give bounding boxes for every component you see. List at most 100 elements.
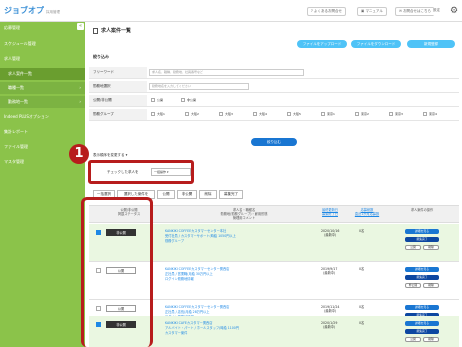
tabs-highlight bbox=[88, 160, 194, 184]
column-header-date[interactable]: 最終更新日 募集終了日 bbox=[314, 208, 346, 216]
view-details-button[interactable]: 詳細を見る bbox=[405, 305, 439, 310]
option-label: 東京2 bbox=[361, 112, 369, 116]
publish-button[interactable]: 公開 bbox=[405, 337, 421, 342]
checkbox[interactable] bbox=[423, 112, 427, 116]
settings-link-label: 設定 bbox=[433, 8, 440, 12]
checkbox[interactable] bbox=[151, 98, 155, 102]
tab-unpublish[interactable]: 非公開 bbox=[177, 190, 197, 199]
top-bar: ジョブオプ 採用管理 ? よくあるお問合せ ▣ マニュアル ✉ お問合せはこちら … bbox=[0, 0, 462, 22]
group-option[interactable]: 大阪3 bbox=[219, 112, 233, 116]
sidebar-item-label: ファイル管理 bbox=[4, 144, 28, 149]
sidebar-item-jobs[interactable]: 求人管理 bbox=[0, 53, 85, 65]
checkbox[interactable] bbox=[151, 112, 155, 116]
sort-order-link[interactable]: 表示順序を変更する ▾ bbox=[93, 153, 127, 158]
row-date: 2019/11/24 (最新中) bbox=[321, 305, 340, 313]
checkbox[interactable] bbox=[389, 112, 393, 116]
status-option-private[interactable]: 非公開 bbox=[181, 98, 196, 102]
job-title-link[interactable]: KANKIKI CAFEカスタマー関西店 bbox=[165, 321, 212, 325]
sidebar-item-indeed[interactable]: Indeed PLUSオプション bbox=[0, 111, 85, 123]
sidebar-item-job-list[interactable]: 求人案件一覧 bbox=[0, 68, 85, 80]
settings-link[interactable]: 設定 bbox=[433, 7, 440, 16]
group-option[interactable]: 東京1 bbox=[321, 112, 335, 116]
job-note-link[interactable]: ログイン勤務地情報 bbox=[165, 277, 194, 281]
group-option[interactable]: 東京2 bbox=[355, 112, 369, 116]
job-note-link[interactable]: 勤務グループ bbox=[165, 239, 184, 243]
option-label: 東京4 bbox=[429, 112, 437, 116]
complete-button[interactable]: 募集完了 bbox=[405, 275, 439, 280]
status-option-public[interactable]: 公開 bbox=[151, 98, 163, 102]
tab-delete[interactable]: 削除 bbox=[199, 190, 217, 199]
group-label: 勤務グループ bbox=[89, 109, 147, 120]
group-option[interactable]: 東京3 bbox=[389, 112, 403, 116]
question-icon: ? bbox=[311, 9, 313, 13]
faq-link[interactable]: ? よくあるお問合せ bbox=[307, 7, 346, 16]
sidebar-item-applications[interactable]: 応募管理 bbox=[0, 22, 85, 34]
location-input[interactable]: 勤務地名を入力してください bbox=[149, 83, 249, 90]
sidebar-item-schedule[interactable]: スケジュール管理 bbox=[0, 38, 85, 50]
status-column-highlight bbox=[81, 197, 153, 347]
publish-button[interactable]: 公開 bbox=[405, 245, 421, 250]
job-title-link[interactable]: KANKIKI COFFEEカスタマーセンター関西店 bbox=[165, 267, 229, 271]
new-job-button[interactable]: 新規登録 bbox=[407, 40, 455, 48]
filter-section-title: 絞り込み bbox=[93, 54, 109, 59]
complete-button[interactable]: 募集完了 bbox=[405, 237, 439, 242]
sidebar-item-label: スケジュール管理 bbox=[4, 41, 36, 46]
search-button[interactable]: 絞り込む bbox=[251, 138, 297, 146]
checkbox[interactable] bbox=[287, 112, 291, 116]
group-option[interactable]: 東京4 bbox=[423, 112, 437, 116]
group-option[interactable]: 大阪2 bbox=[185, 112, 199, 116]
checkbox[interactable] bbox=[253, 112, 257, 116]
manual-link[interactable]: ▣ マニュアル bbox=[357, 7, 387, 16]
location-row: 勤務地選択 勤務地名を入力してください bbox=[89, 81, 459, 93]
sidebar-item-job-types[interactable]: 職種一覧 › bbox=[0, 82, 85, 94]
document-icon bbox=[93, 27, 98, 34]
delete-button[interactable]: 削除 bbox=[423, 337, 439, 342]
contact-link[interactable]: ✉ お問合せはこちら bbox=[395, 7, 436, 16]
tab-publish[interactable]: 公開 bbox=[157, 190, 175, 199]
gear-icon[interactable]: ⚙ bbox=[449, 6, 459, 16]
checkbox[interactable] bbox=[355, 112, 359, 116]
option-label: 大阪3 bbox=[225, 112, 233, 116]
page-title-text: 求人案件一覧 bbox=[101, 28, 132, 34]
app-logo[interactable]: ジョブオプ 採用管理 bbox=[4, 5, 60, 16]
sidebar-item-label: マスタ管理 bbox=[4, 159, 24, 164]
sidebar-item-locations[interactable]: 勤務地一覧 › bbox=[0, 96, 85, 108]
status-filter-row: 公開/非公開 公開 非公開 bbox=[89, 95, 459, 107]
manual-link-label: マニュアル bbox=[365, 9, 383, 13]
checkbox[interactable] bbox=[321, 112, 325, 116]
row-date: 2020/10/16 (最新中) bbox=[321, 229, 340, 237]
unpublish-button[interactable]: 非公開 bbox=[405, 283, 421, 288]
tab-complete[interactable]: 募集完了 bbox=[219, 190, 243, 199]
view-details-button[interactable]: 詳細を見る bbox=[405, 229, 439, 234]
sidebar-item-label: Indeed PLUSオプション bbox=[4, 114, 49, 119]
option-label: 大阪2 bbox=[191, 112, 199, 116]
job-title-link[interactable]: KANKIKI COFFEEカスタマーセンター関西店 bbox=[165, 305, 229, 309]
job-note-link[interactable]: カスタマー案件 bbox=[165, 331, 187, 335]
view-details-button[interactable]: 詳細を見る bbox=[405, 321, 439, 326]
option-label: 大阪5 bbox=[293, 112, 301, 116]
group-option[interactable]: 大阪1 bbox=[151, 112, 165, 116]
view-details-button[interactable]: 詳細を見る bbox=[405, 267, 439, 272]
download-button[interactable]: ファイルをダウンロード bbox=[351, 40, 401, 48]
job-sub-link[interactable]: 正社員 / 店長(月給 28万円以上 bbox=[165, 310, 209, 314]
status-filter-label: 公開/非公開 bbox=[89, 95, 147, 106]
sidebar-item-reports[interactable]: 集計レポート bbox=[0, 126, 85, 138]
column-header-applicants[interactable]: 応募総数 直近1か月応募数 bbox=[351, 208, 383, 216]
job-title-link[interactable]: KANKIKI COFFEEカスタマーセンター本社 bbox=[165, 229, 226, 233]
checkbox[interactable] bbox=[219, 112, 223, 116]
delete-button[interactable]: 削除 bbox=[423, 245, 439, 250]
group-option[interactable]: 大阪4 bbox=[253, 112, 267, 116]
upload-button[interactable]: ファイルをアップロード bbox=[297, 40, 347, 48]
group-option[interactable]: 大阪5 bbox=[287, 112, 301, 116]
sidebar-item-label: 集計レポート bbox=[4, 129, 28, 134]
delete-button[interactable]: 削除 bbox=[423, 283, 439, 288]
job-sub-link[interactable]: 受付社員 / カスタマーサポート(時給 1050円以上 bbox=[165, 234, 236, 238]
complete-button[interactable]: 募集完了 bbox=[405, 329, 439, 334]
checkbox[interactable] bbox=[185, 112, 189, 116]
freeword-input[interactable]: 求人名、職種、勤務地、社員番号など bbox=[149, 69, 304, 76]
column-header-actions: 求人案件の操作 bbox=[397, 208, 447, 212]
job-sub-link[interactable]: アルバイト・パート / ホールスタッフ(時給 1100円 bbox=[165, 326, 239, 330]
mail-icon: ✉ bbox=[399, 9, 402, 13]
checkbox[interactable] bbox=[181, 98, 185, 102]
job-sub-link[interactable]: 正社員 / 営業職(月給 30万円以上 bbox=[165, 272, 213, 276]
